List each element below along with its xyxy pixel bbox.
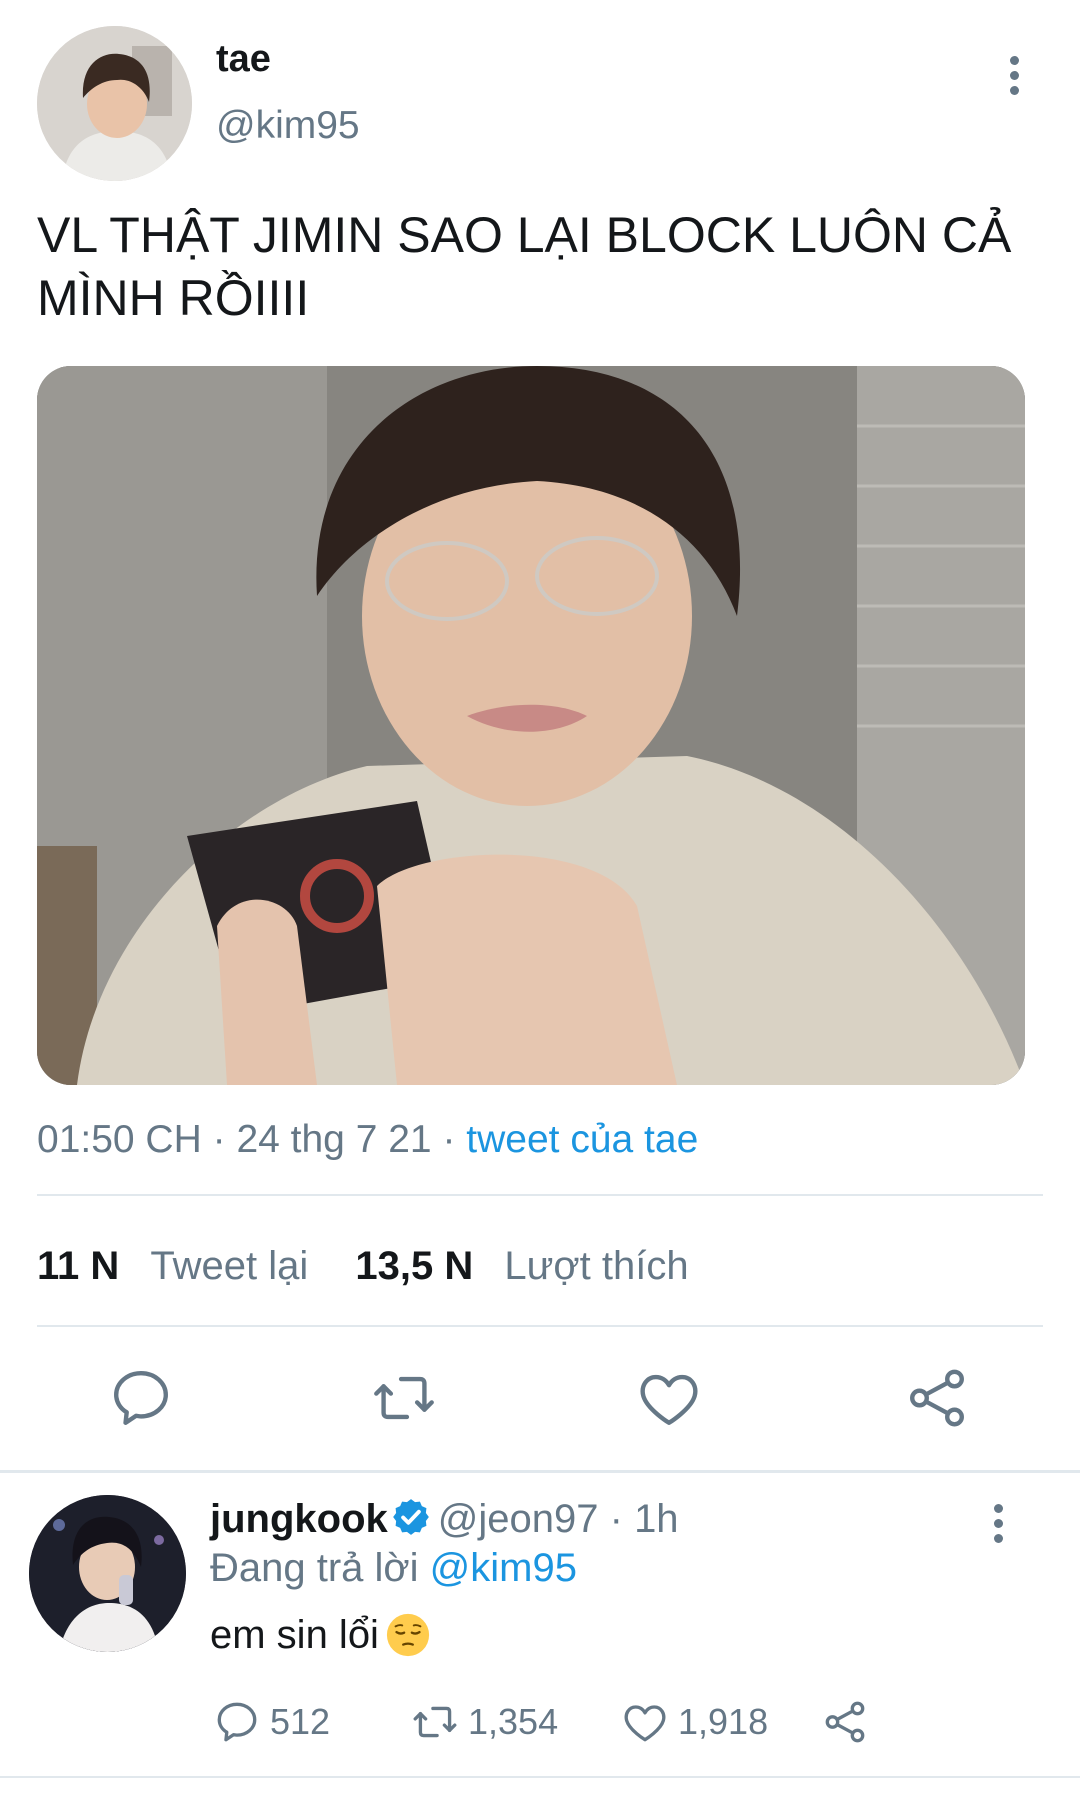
reply-more-options-icon[interactable] [984, 1502, 1014, 1546]
tweet-media[interactable] [37, 366, 1025, 1085]
meta-separator: · [212, 1118, 237, 1161]
reply-age: 1h [634, 1497, 679, 1541]
avatar-photo [29, 1495, 186, 1652]
section-divider [0, 1470, 1080, 1473]
tweet-metadata: 01:50 CH · 24 thg 7 21 · tweet của tae [37, 1118, 698, 1162]
reply-retweet-count: 1,354 [468, 1701, 559, 1742]
tweet-source-link[interactable]: tweet của tae [466, 1118, 698, 1161]
like-icon [640, 1374, 698, 1425]
reply-reply-button[interactable]: 512 [212, 1694, 330, 1750]
reply-share-button[interactable] [820, 1694, 878, 1750]
reply-author-handle[interactable]: @jeon97 [438, 1497, 599, 1541]
reply-retweet-button[interactable]: 1,354 [410, 1694, 558, 1750]
reply-icon [114, 1371, 168, 1425]
retweet-icon [374, 1376, 434, 1420]
reply-separator: · [598, 1497, 635, 1541]
retweet-count[interactable]: 11 N [37, 1244, 119, 1288]
like-icon [624, 1705, 666, 1742]
like-button[interactable] [634, 1363, 704, 1433]
avatar-photo [37, 26, 192, 181]
divider [37, 1325, 1043, 1327]
reply-text-content: em sin lổi [210, 1613, 379, 1657]
like-count[interactable]: 13,5 N [355, 1244, 473, 1288]
like-label[interactable]: Lượt thích [504, 1244, 688, 1288]
retweet-icon [413, 1706, 457, 1738]
author-avatar[interactable] [37, 26, 192, 181]
retweet-button[interactable] [369, 1363, 439, 1433]
meta-separator: · [442, 1118, 467, 1161]
reply-text: em sin lổi [210, 1612, 431, 1658]
tweet-date: 24 thg 7 21 [236, 1118, 432, 1161]
replying-to: Đang trả lời @kim95 [210, 1546, 577, 1591]
author-name[interactable]: tae [216, 38, 271, 81]
pensive-face-icon [386, 1613, 430, 1657]
replying-mention-link[interactable]: @kim95 [430, 1546, 577, 1590]
verified-badge-icon [392, 1499, 429, 1535]
reply-button[interactable] [106, 1363, 176, 1433]
retweet-label[interactable]: Tweet lại [150, 1244, 308, 1288]
reply-author-avatar[interactable] [29, 1495, 186, 1652]
author-handle[interactable]: @kim95 [216, 104, 360, 148]
share-icon [910, 1369, 964, 1427]
reply-like-count: 1,918 [678, 1701, 769, 1742]
reply-like-button[interactable]: 1,918 [620, 1694, 768, 1750]
share-icon [825, 1701, 865, 1743]
bottom-divider [0, 1776, 1080, 1778]
more-options-icon[interactable] [1000, 54, 1030, 98]
replying-label: Đang trả lời [210, 1546, 419, 1590]
share-button[interactable] [902, 1363, 972, 1433]
divider [37, 1194, 1043, 1196]
reply-count: 512 [270, 1701, 331, 1742]
tweet-stats: 11 N Tweet lại 13,5 N Lượt thích [37, 1244, 689, 1289]
tweet-time: 01:50 CH [37, 1118, 202, 1161]
reply-header: jungkook @jeon97 · 1h [210, 1496, 679, 1542]
reply-icon [217, 1702, 257, 1742]
media-photo [37, 366, 1025, 1085]
tweet-text: VL THẬT JIMIN SAO LẠI BLOCK LUÔN CẢ MÌNH… [37, 207, 1012, 326]
reply-author-name[interactable]: jungkook [210, 1497, 388, 1541]
